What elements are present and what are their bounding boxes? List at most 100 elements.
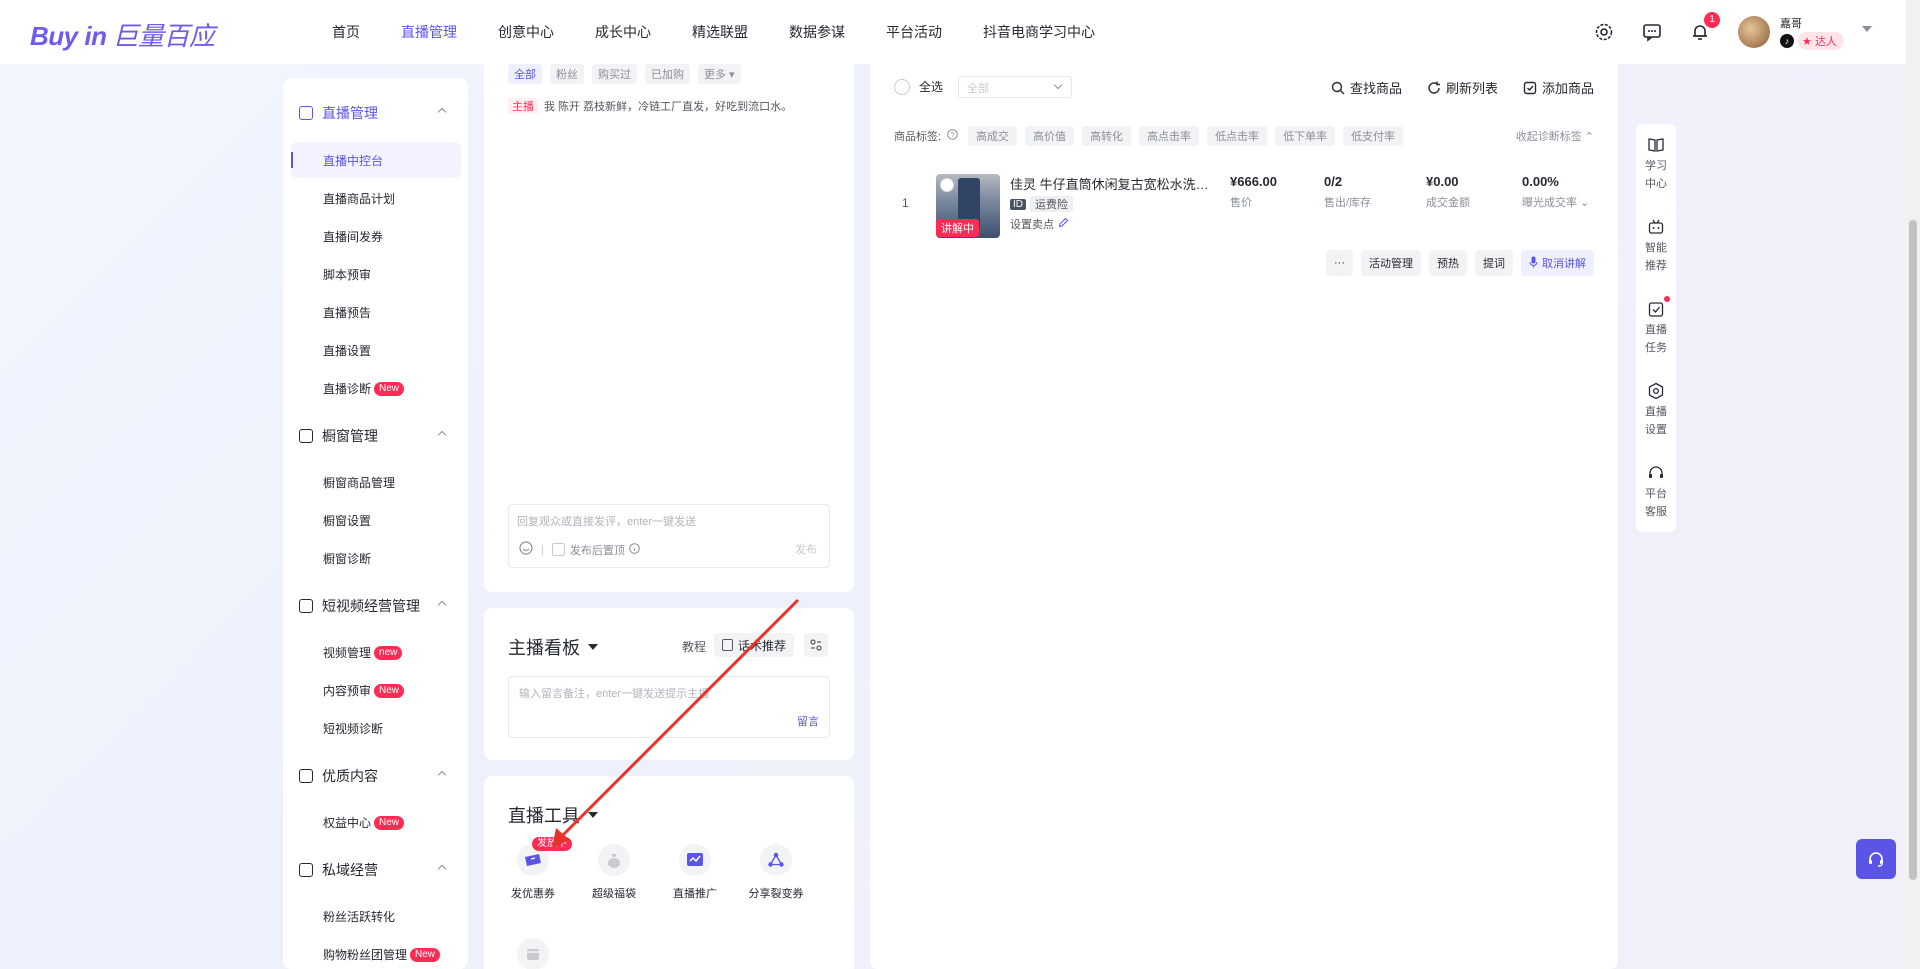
set-selling-point-link[interactable]: 设置卖点 xyxy=(1010,216,1069,232)
product-title[interactable]: 佳灵 牛仔直筒休闲复古宽松水洗牛仔裤 xyxy=(1010,174,1210,193)
preheat-button[interactable]: 预热 xyxy=(1429,250,1467,276)
avatar[interactable] xyxy=(1738,16,1770,48)
refresh-list-label: 刷新列表 xyxy=(1445,81,1498,96)
tag-low-ctr[interactable]: 低点击率 xyxy=(1207,126,1268,146)
page-scrollbar[interactable] xyxy=(1906,0,1920,969)
tag-high-ctr[interactable]: 高点击率 xyxy=(1139,126,1200,146)
emoji-icon[interactable] xyxy=(519,541,533,558)
select-all-checkbox[interactable]: 全选 xyxy=(894,78,943,95)
sidebar-item-live-coupon[interactable]: 直播间发券 xyxy=(323,228,383,245)
tool-share-coupon[interactable]: 分享裂变券 xyxy=(741,844,811,901)
rail-smart-recommend[interactable]: 智能推荐 xyxy=(1636,218,1676,275)
user-name[interactable]: 嘉哥 xyxy=(1780,15,1802,31)
help-icon[interactable]: ? xyxy=(947,129,958,143)
nav-home[interactable]: 首页 xyxy=(332,22,360,42)
sidebar-item-video-diagnosis[interactable]: 短视频诊断 xyxy=(323,720,383,737)
sidebar-item-fan-activation[interactable]: 粉丝活跃转化 xyxy=(323,908,395,925)
tag-low-order-rate[interactable]: 低下单率 xyxy=(1275,126,1336,146)
product-select-radio[interactable] xyxy=(940,178,954,192)
sidebar-item-fan-club[interactable]: 购物粉丝团管理 New xyxy=(323,946,441,963)
tool-live-promotion[interactable]: 直播推广 xyxy=(660,844,730,901)
search-product-button[interactable]: 查找商品 xyxy=(1331,78,1402,97)
sidebar-item-showcase-products[interactable]: 橱窗商品管理 xyxy=(323,474,395,491)
sidebar-item-live-console[interactable]: 直播中控台 xyxy=(323,152,383,169)
collapse-tags-button[interactable]: 收起诊断标签 ⌃ xyxy=(1516,128,1594,144)
sidebar-item-live-preview[interactable]: 直播预告 xyxy=(323,304,371,321)
tag-high-value[interactable]: 高价值 xyxy=(1025,126,1075,146)
product-filter-dropdown[interactable]: 全部 xyxy=(958,76,1072,98)
product-list-panel: 全选 全部 查找商品 刷新列表 添加商品 商品标签: ? 高成交 高价值 高转化… xyxy=(870,58,1618,969)
sidebar-group-short-video[interactable]: 短视频经营管理 xyxy=(299,596,459,616)
nav-growth-center[interactable]: 成长中心 xyxy=(595,22,651,42)
live-tools-title[interactable]: 直播工具 xyxy=(508,802,598,828)
buyin-logo[interactable]: Buy in 巨量百应 xyxy=(30,16,215,53)
tag-high-deal[interactable]: 高成交 xyxy=(968,126,1018,146)
sidebar-item-video-management[interactable]: 视频管理 new xyxy=(323,644,403,661)
activity-management-button[interactable]: 活动管理 xyxy=(1361,250,1421,276)
filter-fans[interactable]: 粉丝 xyxy=(550,64,584,84)
tool-super-lucky-bag[interactable]: 超级福袋 xyxy=(579,844,649,901)
filter-more[interactable]: 更多 ▾ xyxy=(698,64,741,84)
sidebar-group-label: 直播管理 xyxy=(322,105,378,121)
note-input-placeholder: 输入留言备注，enter一键发送提示主播 xyxy=(519,688,710,700)
user-menu-caret-icon[interactable] xyxy=(1862,26,1872,32)
pin-checkbox[interactable] xyxy=(551,543,565,556)
nav-learning-center[interactable]: 抖音电商学习中心 xyxy=(983,22,1095,42)
sidebar-group-private-domain[interactable]: 私域经营 xyxy=(299,860,459,880)
sidebar-item-showcase-diagnosis[interactable]: 橱窗诊断 xyxy=(323,550,371,567)
tool-more[interactable] xyxy=(498,938,568,969)
reply-input-box[interactable]: 回复观众或直接发评，enter一键发送 | 发布后置顶 发布 xyxy=(508,504,830,568)
sidebar-item-live-plan[interactable]: 直播商品计划 xyxy=(323,190,395,207)
settings-icon[interactable] xyxy=(1592,20,1616,44)
new-badge: New xyxy=(374,683,405,698)
filter-all[interactable]: 全部 xyxy=(508,64,542,84)
nav-creative-center[interactable]: 创意中心 xyxy=(498,22,554,42)
rail-learning-center[interactable]: 学习中心 xyxy=(1636,136,1676,193)
sidebar-item-script-review[interactable]: 脚本预审 xyxy=(323,266,371,283)
rail-label: 直播任务 xyxy=(1645,324,1667,354)
prompter-button[interactable]: 提词 xyxy=(1475,250,1513,276)
tool-label: 直播推广 xyxy=(673,888,717,900)
tag-high-conversion[interactable]: 高转化 xyxy=(1082,126,1132,146)
sidebar-group-showcase[interactable]: 橱窗管理 xyxy=(299,426,459,446)
nav-platform-activity[interactable]: 平台活动 xyxy=(886,22,942,42)
share-icon xyxy=(760,844,792,876)
floating-support-button[interactable] xyxy=(1856,839,1896,879)
product-operations: ··· 活动管理 预热 提词 取消讲解 xyxy=(1318,250,1594,276)
sidebar-item-live-settings[interactable]: 直播设置 xyxy=(323,342,371,359)
new-badge: New xyxy=(374,381,405,396)
sidebar-item-content-review[interactable]: 内容预审 New xyxy=(323,682,405,699)
add-product-button[interactable]: 添加商品 xyxy=(1523,78,1594,97)
cancel-explain-button[interactable]: 取消讲解 xyxy=(1521,250,1594,276)
message-icon[interactable] xyxy=(1640,20,1664,44)
nav-live-management[interactable]: 直播管理 xyxy=(401,22,457,42)
sidebar-group-quality-content[interactable]: 优质内容 xyxy=(299,766,459,786)
sidebar-item-showcase-settings[interactable]: 橱窗设置 xyxy=(323,512,371,529)
anchor-board-title[interactable]: 主播看板 xyxy=(508,634,598,660)
sidebar-group-live[interactable]: 直播管理 xyxy=(299,103,459,123)
rail-live-settings[interactable]: 直播设置 xyxy=(1636,382,1676,439)
sidebar-item-benefits-center[interactable]: 权益中心 New xyxy=(323,814,405,831)
tutorial-link[interactable]: 教程 xyxy=(682,638,706,655)
more-actions-button[interactable]: ··· xyxy=(1326,250,1353,276)
price-value: ¥666.00 xyxy=(1230,174,1277,189)
nav-data-advisor[interactable]: 数据参谋 xyxy=(789,22,845,42)
scrollbar-thumb[interactable] xyxy=(1909,220,1917,880)
note-submit-button[interactable]: 留言 xyxy=(797,713,819,729)
board-settings-button[interactable] xyxy=(804,633,828,657)
nav-alliance[interactable]: 精选联盟 xyxy=(692,22,748,42)
tool-issue-coupon[interactable]: 发优惠券 xyxy=(498,844,568,901)
filter-purchased[interactable]: 购买过 xyxy=(592,64,637,84)
rail-live-task[interactable]: 直播任务 xyxy=(1636,300,1676,357)
send-button[interactable]: 发布 xyxy=(795,541,817,557)
talent-label: 达人 xyxy=(1814,36,1837,48)
product-row[interactable]: 1 讲解中 佳灵 牛仔直筒休闲复古宽松水洗牛仔裤 ID 运费险 设置卖点 ¥66… xyxy=(894,174,1594,244)
stat-conversion-rate[interactable]: 0.00% 曝光成交率 ⌄ xyxy=(1522,174,1589,210)
filter-added-cart[interactable]: 已加购 xyxy=(645,64,690,84)
note-input-box[interactable]: 输入留言备注，enter一键发送提示主播 留言 xyxy=(508,676,830,738)
refresh-list-button[interactable]: 刷新列表 xyxy=(1427,78,1498,97)
rail-customer-service[interactable]: 平台客服 xyxy=(1636,464,1676,521)
sidebar-item-live-diagnosis[interactable]: 直播诊断 New xyxy=(323,380,405,397)
script-recommend-button[interactable]: 话术推荐 xyxy=(714,633,795,657)
tag-low-pay-rate[interactable]: 低支付率 xyxy=(1343,126,1404,146)
